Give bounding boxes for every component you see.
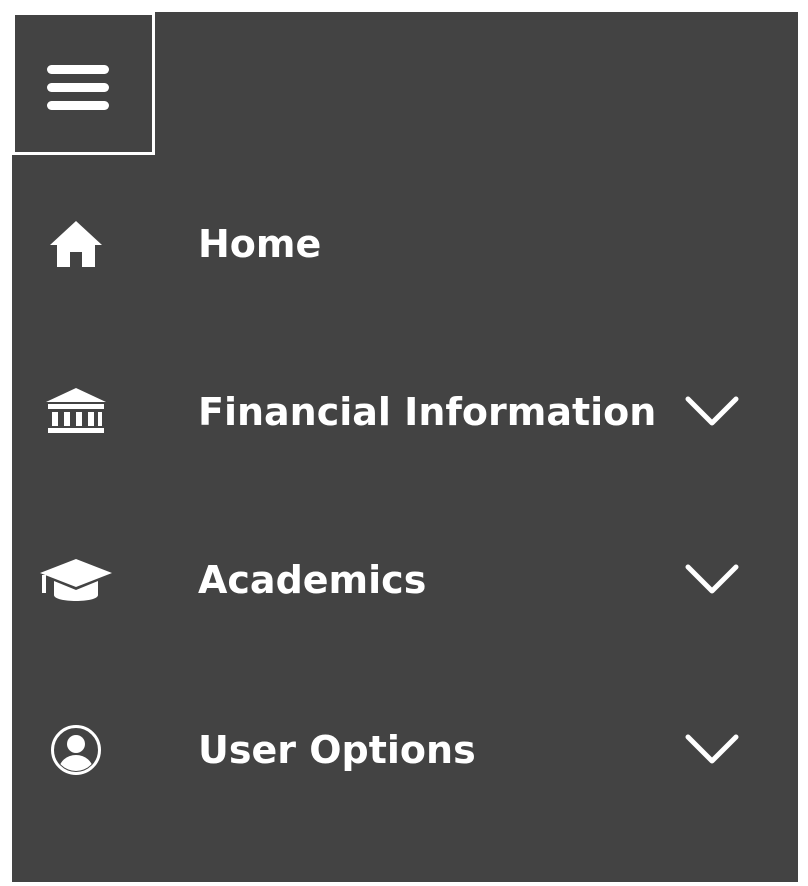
menu-toggle-button[interactable] xyxy=(12,12,155,155)
home-icon xyxy=(36,214,116,274)
nav-item-label: User Options xyxy=(198,728,476,772)
bank-icon xyxy=(36,382,116,442)
nav-item-label: Financial Information xyxy=(198,390,657,434)
chevron-down-icon[interactable] xyxy=(684,563,740,597)
nav-item-user-options[interactable]: User Options xyxy=(12,690,798,810)
chevron-down-icon[interactable] xyxy=(684,733,740,767)
nav-item-label: Home xyxy=(198,222,322,266)
nav-item-academics[interactable]: Academics xyxy=(12,520,798,640)
nav-item-financial-information[interactable]: Financial Information xyxy=(12,352,798,472)
graduation-cap-icon xyxy=(36,550,116,610)
nav-item-label: Academics xyxy=(198,558,427,602)
chevron-down-icon[interactable] xyxy=(684,395,740,429)
user-circle-icon xyxy=(36,720,116,780)
nav-item-home[interactable]: Home xyxy=(12,184,798,304)
hamburger-icon xyxy=(47,65,109,110)
